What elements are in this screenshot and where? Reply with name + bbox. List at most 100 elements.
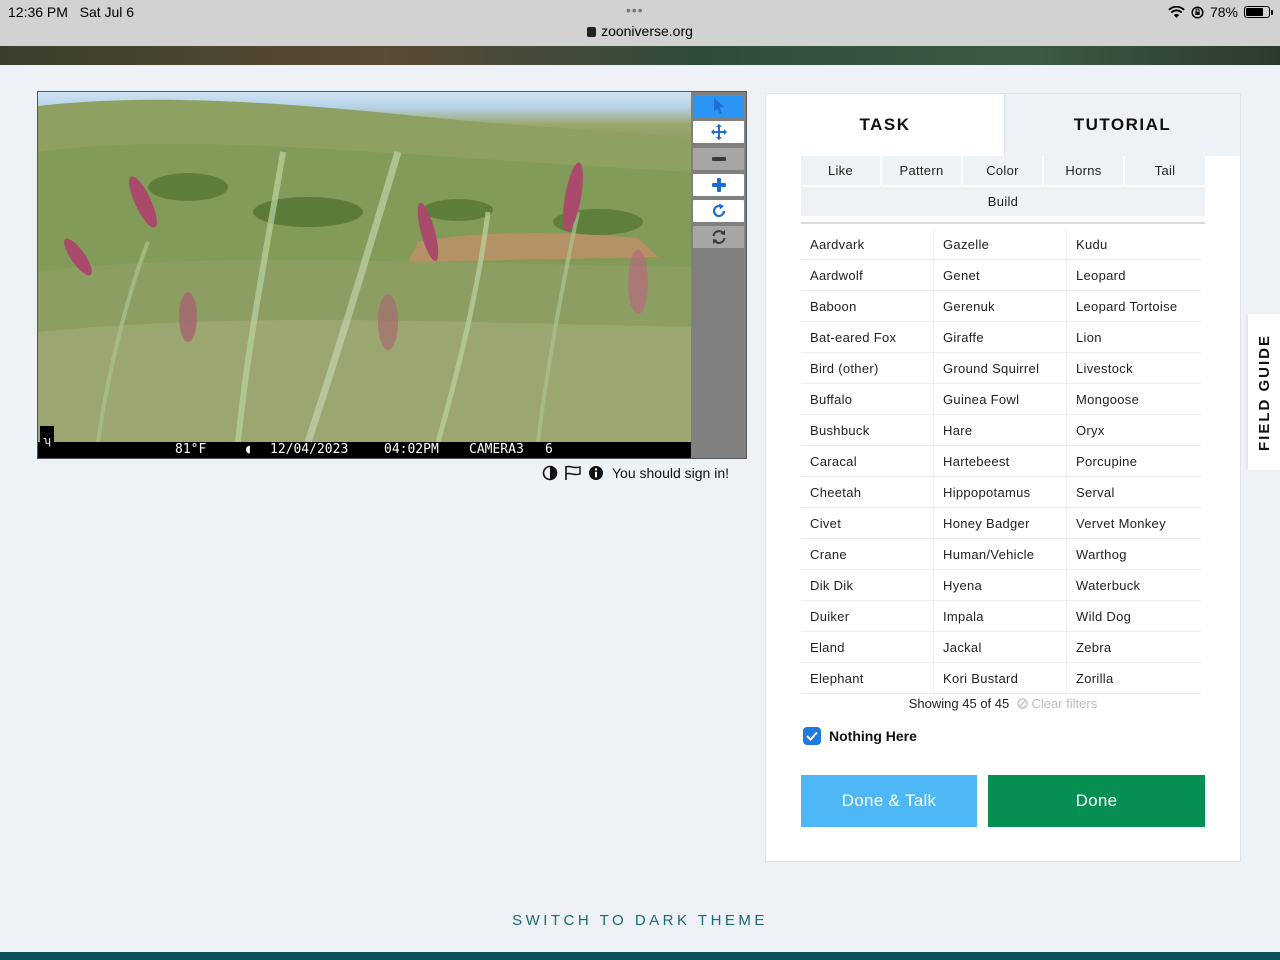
filter-tail[interactable]: Tail: [1125, 156, 1205, 185]
status-indicators: 78%: [1168, 4, 1273, 20]
zoom-out-button[interactable]: [693, 148, 744, 170]
camera-trap-image[interactable]: 81°F ◖ 12/04/2023 04:02PM CAMERA3 6 ʮ: [38, 92, 691, 458]
species-choice[interactable]: Aardwolf: [801, 260, 934, 290]
species-choice[interactable]: Duiker: [801, 601, 934, 631]
species-choice[interactable]: Lion: [1067, 322, 1200, 352]
pointer-icon: [713, 98, 724, 114]
species-choice[interactable]: Waterbuck: [1067, 570, 1200, 600]
species-choice[interactable]: Hyena: [934, 570, 1067, 600]
species-choice[interactable]: Dik Dik: [801, 570, 934, 600]
species-choice[interactable]: Kudu: [1067, 229, 1200, 259]
reset-icon: [712, 230, 725, 244]
species-choice[interactable]: Aardvark: [801, 229, 934, 259]
zoom-in-button[interactable]: [693, 174, 744, 196]
species-choice[interactable]: Leopard Tortoise: [1067, 291, 1200, 321]
characteristic-filters: Like Pattern Color Horns Tail Build: [801, 156, 1205, 218]
camera-id: CAMERA3: [469, 442, 524, 457]
species-choice[interactable]: Honey Badger: [934, 508, 1067, 538]
species-choice[interactable]: Bat-eared Fox: [801, 322, 934, 352]
filter-horns[interactable]: Horns: [1044, 156, 1123, 185]
species-row: Civet Honey Badger Vervet Monkey: [801, 508, 1201, 539]
species-choice[interactable]: Eland: [801, 632, 934, 662]
species-choice[interactable]: Impala: [934, 601, 1067, 631]
done-button[interactable]: Done: [988, 775, 1205, 827]
species-choice[interactable]: Warthog: [1067, 539, 1200, 569]
species-choice[interactable]: Giraffe: [934, 322, 1067, 352]
species-choice[interactable]: Hippopotamus: [934, 477, 1067, 507]
species-choice[interactable]: Oryx: [1067, 415, 1200, 445]
species-choice[interactable]: Leopard: [1067, 260, 1200, 290]
species-choice[interactable]: Wild Dog: [1067, 601, 1200, 631]
status-time: 12:36 PM Sat Jul 6: [8, 4, 135, 20]
species-choice[interactable]: Hare: [934, 415, 1067, 445]
rotate-button[interactable]: [693, 200, 744, 222]
species-choice[interactable]: Baboon: [801, 291, 934, 321]
address-bar[interactable]: zooniverse.org: [0, 23, 1280, 39]
clear-filters-button[interactable]: Clear filters: [1017, 696, 1097, 711]
species-choice[interactable]: Livestock: [1067, 353, 1200, 383]
moon-phase-icon: ◖: [244, 442, 252, 457]
nothing-here-checkbox[interactable]: Nothing Here: [803, 727, 917, 745]
species-choice[interactable]: Crane: [801, 539, 934, 569]
species-choice[interactable]: Genet: [934, 260, 1067, 290]
species-choice[interactable]: Gazelle: [934, 229, 1067, 259]
filter-pattern[interactable]: Pattern: [882, 156, 961, 185]
field-guide-tab[interactable]: FIELD GUIDE: [1248, 314, 1280, 470]
move-icon: [710, 124, 727, 140]
reset-view-button[interactable]: [693, 226, 744, 248]
sign-in-prompt: You should sign in!: [612, 465, 730, 481]
species-choice[interactable]: Zorilla: [1067, 663, 1200, 693]
info-icon[interactable]: [588, 465, 604, 481]
camera-brand-logo: ʮ: [40, 426, 54, 456]
species-row: Duiker Impala Wild Dog: [801, 601, 1201, 632]
done-and-talk-button[interactable]: Done & Talk: [801, 775, 977, 827]
camera-info-strip: 81°F ◖ 12/04/2023 04:02PM CAMERA3 6: [38, 442, 691, 458]
species-choice[interactable]: Civet: [801, 508, 934, 538]
wifi-icon: [1168, 5, 1185, 18]
frame-number: 6: [545, 442, 553, 457]
species-choice[interactable]: Human/Vehicle: [934, 539, 1067, 569]
showing-text: Showing 45 of 45: [908, 696, 1010, 711]
species-choice[interactable]: Serval: [1067, 477, 1200, 507]
rotate-icon: [712, 203, 725, 218]
species-choice[interactable]: Vervet Monkey: [1067, 508, 1200, 538]
species-choice[interactable]: Cheetah: [801, 477, 934, 507]
filter-build[interactable]: Build: [801, 187, 1205, 216]
move-tool-button[interactable]: [693, 121, 744, 143]
species-choice[interactable]: Buffalo: [801, 384, 934, 414]
image-scene: [38, 99, 691, 442]
species-choice[interactable]: Mongoose: [1067, 384, 1200, 414]
species-choice[interactable]: Caracal: [801, 446, 934, 476]
tab-tutorial[interactable]: TUTORIAL: [1004, 94, 1240, 156]
battery-icon: [1244, 6, 1273, 18]
species-row: Eland Jackal Zebra: [801, 632, 1201, 663]
species-choice[interactable]: Kori Bustard: [934, 663, 1067, 693]
species-choice[interactable]: Bird (other): [801, 353, 934, 383]
species-choice[interactable]: Hartebeest: [934, 446, 1067, 476]
filters-divider: [801, 222, 1205, 224]
tab-task[interactable]: TASK: [766, 94, 1004, 156]
species-choice[interactable]: Bushbuck: [801, 415, 934, 445]
species-choice[interactable]: Guinea Fowl: [934, 384, 1067, 414]
temperature-readout: 81°F: [175, 442, 207, 457]
species-choice[interactable]: Ground Squirrel: [934, 353, 1067, 383]
field-guide-label: FIELD GUIDE: [1255, 333, 1273, 451]
species-row: Baboon Gerenuk Leopard Tortoise: [801, 291, 1201, 322]
species-choice[interactable]: Gerenuk: [934, 291, 1067, 321]
species-choice[interactable]: Porcupine: [1067, 446, 1200, 476]
species-choice[interactable]: Zebra: [1067, 632, 1200, 662]
checkbox-checked-icon: [803, 727, 821, 745]
results-count: Showing 45 of 45 Clear filters: [766, 696, 1240, 711]
flag-icon[interactable]: [564, 465, 582, 481]
species-choice[interactable]: Jackal: [934, 632, 1067, 662]
switch-theme-link[interactable]: SWITCH TO DARK THEME: [0, 912, 1280, 929]
filter-color[interactable]: Color: [963, 156, 1042, 185]
invert-colors-icon[interactable]: [542, 465, 558, 481]
tab-options-icon[interactable]: •••: [626, 2, 644, 18]
species-choice[interactable]: Elephant: [801, 663, 934, 693]
pointer-tool-button[interactable]: [693, 95, 744, 117]
filter-like[interactable]: Like: [801, 156, 880, 185]
species-row: Crane Human/Vehicle Warthog: [801, 539, 1201, 570]
nothing-here-label: Nothing Here: [829, 728, 917, 744]
browser-status-bar: 12:36 PM Sat Jul 6 ••• zooniverse.org 78…: [0, 0, 1280, 46]
